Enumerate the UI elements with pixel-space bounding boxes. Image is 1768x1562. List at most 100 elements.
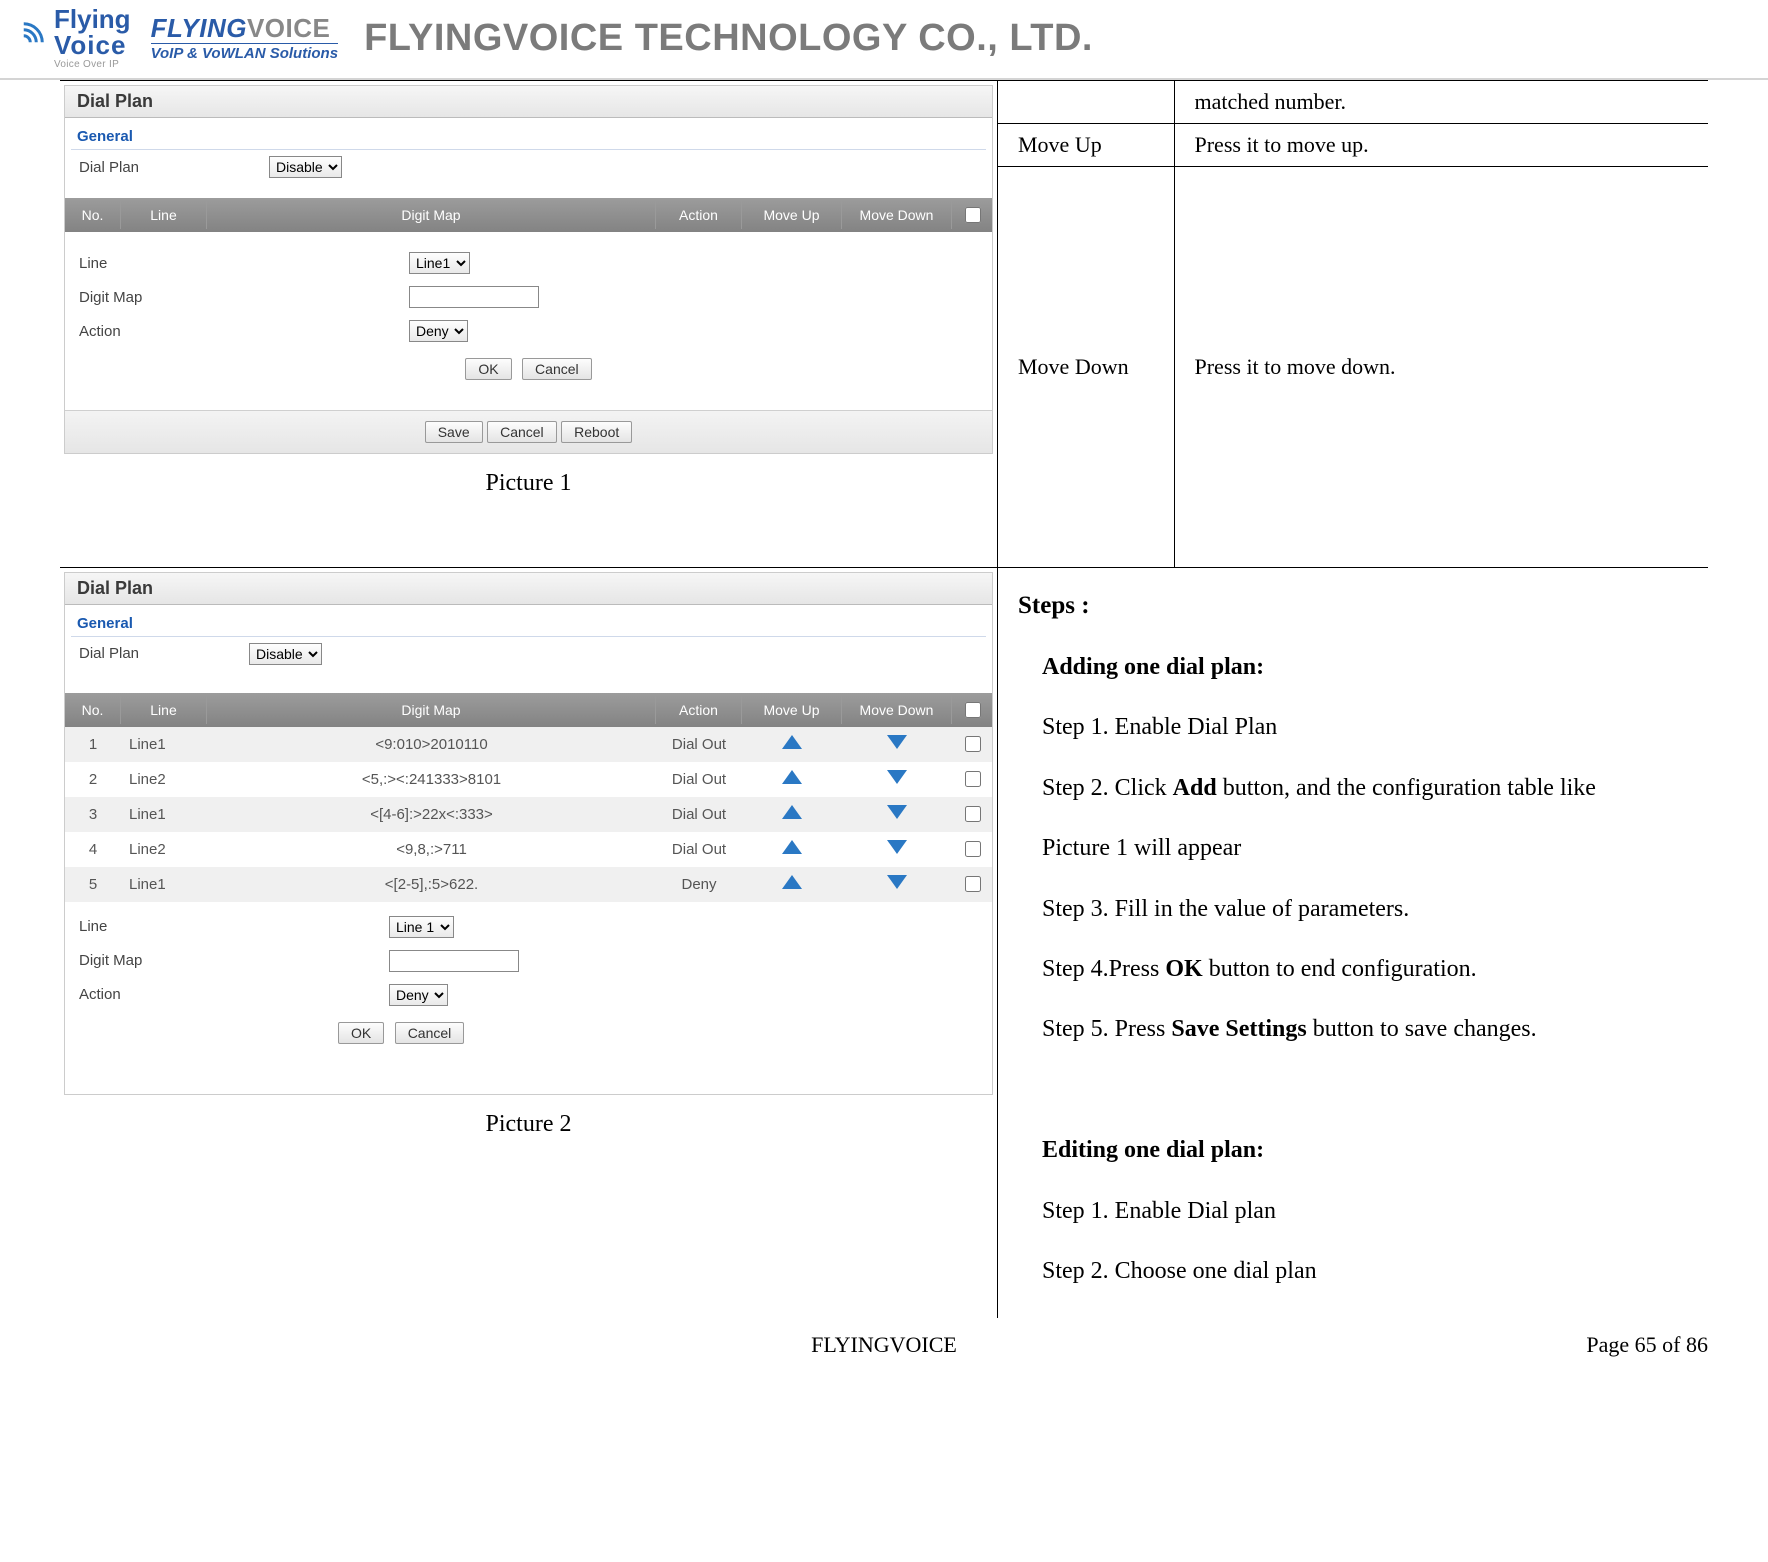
screenshot-2: Dial Plan General Dial Plan Disable No. … xyxy=(64,572,993,1095)
edit-step-2: Step 2. Choose one dial plan xyxy=(1018,1246,1688,1296)
cell-movedown[interactable] xyxy=(842,764,952,794)
save-button[interactable]: Save xyxy=(425,421,483,443)
line-select-2[interactable]: Line 1 xyxy=(389,916,454,938)
def-r2-c2: Press it to move down. xyxy=(1174,167,1708,567)
def-r0-c1 xyxy=(998,81,1174,124)
logo-brand-sub: VoIP & VoWLAN Solutions xyxy=(151,43,339,63)
company-title: FLYINGVOICE TECHNOLOGY CO., LTD. xyxy=(364,17,1093,60)
col-map: Digit Map xyxy=(207,201,656,229)
row-checkbox[interactable] xyxy=(965,736,981,752)
step-2c: button, and the configuration table like xyxy=(1217,775,1596,801)
cell-moveup[interactable] xyxy=(742,799,842,829)
cell-map: <9:010>2010110 xyxy=(207,730,656,759)
steps-block: Steps : Adding one dial plan: Step 1. En… xyxy=(998,568,1708,1319)
cell-check xyxy=(952,832,992,867)
dialplan-title-2: Dial Plan xyxy=(65,573,992,605)
table-row: 1Line1<9:010>2010110Dial Out xyxy=(65,727,992,762)
step-2: Step 2. Click Add button, and the config… xyxy=(1018,763,1688,813)
cell-no: 1 xyxy=(65,730,121,759)
cell-moveup[interactable] xyxy=(742,834,842,864)
row-checkbox[interactable] xyxy=(965,876,981,892)
step-5: Step 5. Press Save Settings button to sa… xyxy=(1018,1004,1688,1054)
step-5c: button to save changes. xyxy=(1307,1016,1537,1042)
arrow-up-icon xyxy=(782,805,802,819)
step-5a: Step 5. Press xyxy=(1042,1016,1171,1042)
col-moveup-2: Move Up xyxy=(742,696,842,724)
wifi-icon xyxy=(4,14,52,62)
action-select[interactable]: Deny xyxy=(409,320,468,342)
ok-button-2[interactable]: OK xyxy=(338,1022,384,1044)
dialplan-select-2[interactable]: Disable xyxy=(249,643,322,665)
cell-action: Deny xyxy=(656,870,742,899)
cell-moveup[interactable] xyxy=(742,764,842,794)
row-checkbox[interactable] xyxy=(965,841,981,857)
add-title: Adding one dial plan: xyxy=(1018,642,1688,692)
arrow-down-icon xyxy=(887,770,907,784)
cell-action: Dial Out xyxy=(656,730,742,759)
table-row: 2Line2<5,:><:241333>8101Dial Out xyxy=(65,762,992,797)
logo-small: Flying Voice Voice Over IP xyxy=(8,6,131,70)
ok-button[interactable]: OK xyxy=(465,358,511,380)
content-grid: Dial Plan General Dial Plan Disable No. … xyxy=(60,80,1708,1318)
digitmap-input[interactable] xyxy=(409,286,539,308)
page-header: Flying Voice Voice Over IP FLYINGVOICE V… xyxy=(0,0,1768,80)
dialplan-label-2: Dial Plan xyxy=(79,645,249,662)
def-r0-c2: matched number. xyxy=(1174,81,1708,124)
dialplan-label: Dial Plan xyxy=(79,159,269,176)
cell-line: Line1 xyxy=(121,870,207,899)
footer-center: FLYINGVOICE xyxy=(811,1332,957,1358)
steps-title: Steps : xyxy=(1018,580,1688,633)
def-r2-c1: Move Down xyxy=(998,167,1174,567)
table-row: 4Line2<9,8,:>711Dial Out xyxy=(65,832,992,867)
logo-brand: FLYINGVOICE VoIP & VoWLAN Solutions xyxy=(151,14,339,62)
reboot-button[interactable]: Reboot xyxy=(561,421,632,443)
screenshot-1: Dial Plan General Dial Plan Disable No. … xyxy=(64,85,993,454)
arrow-up-icon xyxy=(782,770,802,784)
col-action: Action xyxy=(656,201,742,229)
cell-map: <5,:><:241333>8101 xyxy=(207,765,656,794)
header-checkbox[interactable] xyxy=(965,207,981,223)
step-1: Step 1. Enable Dial Plan xyxy=(1018,702,1688,752)
cell-movedown[interactable] xyxy=(842,729,952,759)
dialplan-select[interactable]: Disable xyxy=(269,156,342,178)
cell-movedown[interactable] xyxy=(842,799,952,829)
row-checkbox[interactable] xyxy=(965,771,981,787)
cancel-button-2[interactable]: Cancel xyxy=(395,1022,465,1044)
cell-movedown[interactable] xyxy=(842,834,952,864)
arrow-down-icon xyxy=(887,805,907,819)
arrow-down-icon xyxy=(887,840,907,854)
cancel-button[interactable]: Cancel xyxy=(522,358,592,380)
digitmap-input-2[interactable] xyxy=(389,950,519,972)
cell-moveup[interactable] xyxy=(742,869,842,899)
table-row: 3Line1<[4-6]:>22x<:333>Dial Out xyxy=(65,797,992,832)
cell-action: Dial Out xyxy=(656,800,742,829)
grid-row-2: Dial Plan General Dial Plan Disable No. … xyxy=(60,568,1708,1319)
cell-moveup[interactable] xyxy=(742,729,842,759)
edit-step-1: Step 1. Enable Dial plan xyxy=(1018,1186,1688,1236)
cell-map: <[4-6]:>22x<:333> xyxy=(207,800,656,829)
cell-movedown[interactable] xyxy=(842,869,952,899)
cell-line: Line1 xyxy=(121,800,207,829)
logo-brand-grey: VOICE xyxy=(247,13,330,43)
header-checkbox-2[interactable] xyxy=(965,702,981,718)
section-general-2: General xyxy=(71,605,986,637)
table-row: 5Line1<[2-5],:5>622.Deny xyxy=(65,867,992,902)
cell-action: Dial Out xyxy=(656,835,742,864)
def-r1-c2: Press it to move up. xyxy=(1174,124,1708,167)
step-3: Step 3. Fill in the value of parameters. xyxy=(1018,884,1688,934)
step-2b: Add xyxy=(1173,775,1217,801)
line-select[interactable]: Line1 xyxy=(409,252,470,274)
col-no-2: No. xyxy=(65,696,121,724)
step-2a: Step 2. Click xyxy=(1042,775,1173,801)
arrow-down-icon xyxy=(887,735,907,749)
cell-line: Line2 xyxy=(121,835,207,864)
cell-no: 4 xyxy=(65,835,121,864)
def-table: matched number. Move Up Press it to move… xyxy=(998,81,1708,567)
row-checkbox[interactable] xyxy=(965,806,981,822)
cancel2-button[interactable]: Cancel xyxy=(487,421,557,443)
section-general: General xyxy=(71,118,986,150)
cell-picture-2: Dial Plan General Dial Plan Disable No. … xyxy=(60,568,998,1319)
list-rows: 1Line1<9:010>2010110Dial Out2Line2<5,:><… xyxy=(65,727,992,902)
action-select-2[interactable]: Deny xyxy=(389,984,448,1006)
arrow-down-icon xyxy=(887,875,907,889)
